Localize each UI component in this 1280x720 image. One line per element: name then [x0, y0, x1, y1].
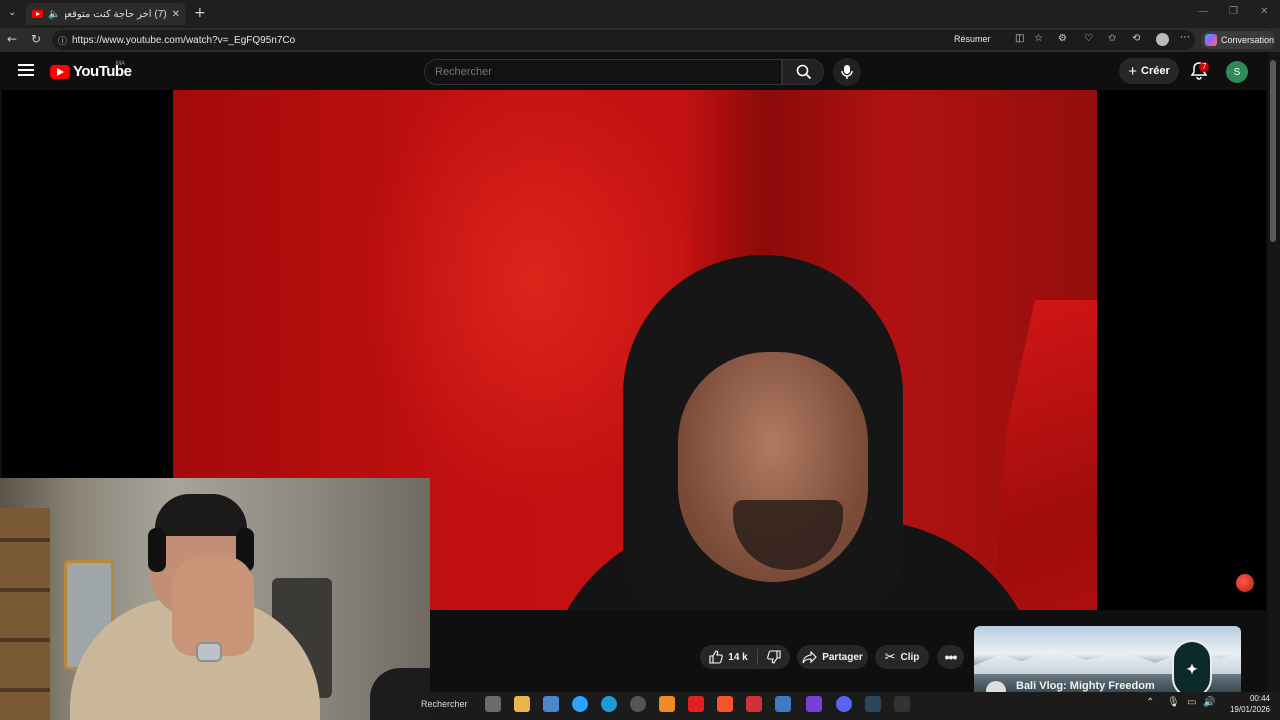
task-view-icon[interactable] — [485, 696, 501, 712]
flag-star-icon — [993, 300, 1097, 610]
minimize-icon[interactable]: — — [1198, 6, 1208, 17]
copilot-icon — [1205, 34, 1217, 46]
favorite-star-icon[interactable]: ☆ — [1034, 33, 1043, 44]
close-window-icon[interactable]: ✕ — [1260, 6, 1268, 17]
new-tab-icon[interactable]: + — [194, 5, 206, 21]
screen-icon[interactable] — [775, 696, 791, 712]
record-indicator-icon — [1236, 574, 1254, 592]
chrome-icon[interactable] — [572, 696, 588, 712]
more-dots-icon: ••• — [944, 649, 958, 665]
eagle-icon: ✦ — [1186, 660, 1198, 677]
share-button[interactable]: Partager — [797, 645, 868, 669]
site-info-icon[interactable]: ⓘ — [58, 34, 67, 47]
page-scrollbar-thumb[interactable] — [1270, 60, 1276, 242]
clip-button[interactable]: ✂ Clip — [875, 645, 929, 669]
app-icon[interactable] — [630, 696, 646, 712]
conversation-label: Conversation — [1221, 35, 1275, 45]
microphone-icon — [841, 65, 853, 79]
search-button[interactable] — [782, 59, 824, 85]
plus-icon: + — [1128, 62, 1137, 80]
search-icon — [796, 64, 812, 80]
scissors-icon: ✂ — [884, 649, 896, 665]
speaker-icon[interactable]: 🔈 — [48, 9, 60, 20]
network-icon[interactable]: ▭ — [1187, 697, 1196, 708]
url-text: https://www.youtube.com/watch?v=_EgFQ95n… — [72, 34, 296, 46]
split-screen-icon[interactable]: ◫ — [1015, 33, 1024, 44]
more-actions-button[interactable]: ••• — [937, 645, 964, 669]
like-count: 14 k — [728, 651, 748, 663]
recommended-video-title[interactable]: Bali Vlog: Mighty Freedom — [1016, 680, 1155, 692]
thumbs-up-icon — [709, 650, 724, 664]
youtube-play-icon — [50, 64, 70, 79]
extensions-icon[interactable]: ⚙ — [1058, 33, 1067, 44]
vlc-icon[interactable] — [659, 696, 675, 712]
address-bar[interactable]: ⓘ https://www.youtube.com/watch?v=_EgFQ9… — [52, 30, 1195, 50]
copilot-conversation-button[interactable]: Conversation — [1201, 31, 1275, 49]
account-avatar[interactable]: S — [1226, 61, 1248, 83]
create-button[interactable]: + Créer — [1119, 58, 1179, 84]
discord-icon[interactable] — [836, 696, 852, 712]
taskbar-date: 19/01/2026 — [1229, 705, 1270, 714]
channel-emblem-logo: ✦ — [1172, 640, 1212, 698]
favorites-icon[interactable]: ✩ — [1108, 33, 1116, 44]
more-options-icon[interactable]: ⋯ — [1180, 32, 1190, 43]
youtube-logo[interactable]: YouTube MA — [50, 61, 132, 80]
vivaldi-icon[interactable] — [746, 696, 762, 712]
streamer-hair — [155, 494, 247, 536]
tray-expand-icon[interactable]: ⌃ — [1146, 697, 1154, 708]
flag-in-background — [993, 300, 1097, 610]
volume-icon[interactable]: 🔊 — [1203, 697, 1215, 708]
hands-over-face — [172, 556, 254, 656]
kick-icon[interactable] — [806, 696, 822, 712]
bookshelf — [0, 508, 50, 720]
search-input[interactable] — [424, 59, 782, 85]
refresh-icon[interactable]: ↻ — [31, 32, 41, 46]
profile-icon[interactable] — [1156, 33, 1169, 46]
browser-essentials-icon[interactable]: ♡ — [1084, 33, 1093, 44]
hamburger-menu-icon[interactable] — [18, 64, 34, 78]
history-icon[interactable]: ⟲ — [1132, 33, 1140, 44]
brave-icon[interactable] — [717, 696, 733, 712]
share-arrow-icon — [802, 650, 817, 663]
wristwatch — [196, 642, 222, 662]
headphones-left — [148, 528, 166, 572]
clip-label: Clip — [900, 651, 920, 663]
like-dislike-group: 14 k — [700, 645, 790, 669]
resume-button[interactable]: Résumer — [954, 34, 991, 44]
browser-tab-youtube[interactable]: 🔈 (7) أخر حاجة كنت متوقعها - YouTube ✕ — [26, 3, 186, 25]
tab-list-chevron-icon[interactable]: ⌄ — [8, 7, 16, 18]
share-label: Partager — [822, 651, 863, 663]
steam-icon[interactable] — [865, 696, 881, 712]
app-launcher-icon[interactable] — [894, 696, 910, 712]
file-explorer-icon[interactable] — [514, 696, 530, 712]
thumbs-down-icon[interactable] — [766, 650, 781, 664]
youtube-header: YouTube MA + Créer 7 S — [0, 52, 1268, 90]
create-label: Créer — [1141, 65, 1170, 77]
taskbar-clock[interactable]: 00:44 19/01/2026 — [1224, 693, 1270, 715]
dark-jacket — [370, 668, 430, 720]
youtube-favicon-icon — [32, 10, 43, 18]
edge-icon[interactable] — [601, 696, 617, 712]
tab-title: (7) أخر حاجة كنت متوقعها - YouTube — [65, 8, 167, 20]
close-tab-icon[interactable]: ✕ — [172, 9, 180, 20]
taskbar-search[interactable]: Rechercher — [421, 699, 468, 709]
browser-tab-strip: ⌄ 🔈 (7) أخر حاجة كنت متوقعها - YouTube ✕… — [0, 0, 1280, 28]
like-button[interactable]: 14 k — [709, 650, 748, 664]
restore-icon[interactable]: ❐ — [1229, 6, 1238, 17]
webcam-overlay — [0, 478, 430, 720]
country-code: MA — [116, 61, 125, 67]
back-icon[interactable]: ← — [7, 32, 17, 46]
like-divider — [756, 649, 758, 665]
address-bar-row: ← ↻ ⓘ https://www.youtube.com/watch?v=_E… — [0, 28, 1280, 52]
tray-mic-icon[interactable]: 🎙 — [1167, 697, 1180, 708]
voice-search-button[interactable] — [833, 58, 861, 86]
wps-icon[interactable] — [688, 696, 704, 712]
taskbar-time: 00:44 — [1249, 694, 1270, 703]
store-icon[interactable] — [543, 696, 559, 712]
